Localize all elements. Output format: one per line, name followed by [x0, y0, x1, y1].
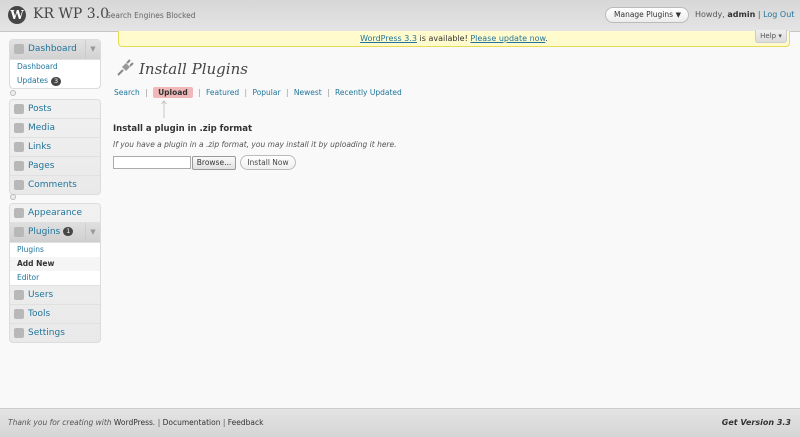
tab-separator: | [198, 88, 201, 97]
menu-separator [10, 90, 16, 96]
menu-dashboard-label: Dashboard [28, 44, 77, 54]
submenu-plugins: Plugins Add New Editor [10, 243, 100, 286]
tools-icon [14, 309, 24, 319]
favorite-actions-dropdown[interactable]: Manage Plugins ▼ [605, 7, 689, 23]
wordpress-version-link[interactable]: WordPress 3.3 [360, 34, 417, 43]
update-now-link[interactable]: Please update now [470, 34, 545, 43]
arrow-up-icon [161, 100, 167, 118]
menu-separator [10, 194, 16, 200]
admin-header: W KR WP 3.0 Search Engines Blocked Manag… [0, 0, 800, 32]
footer-sep: . | [152, 418, 163, 427]
pages-icon [14, 161, 24, 171]
user-info-separator: | [757, 10, 761, 19]
menu-tools-label: Tools [28, 309, 51, 319]
tab-upload[interactable]: Upload [153, 87, 193, 98]
tab-separator: | [145, 88, 148, 97]
update-nag: WordPress 3.3 is available! Please updat… [118, 31, 790, 47]
menu-media-label: Media [28, 123, 56, 133]
comments-icon [14, 180, 24, 190]
menu-dashboard[interactable]: Dashboard ▼ [10, 40, 100, 60]
section-title: Install a plugin in .zip format [113, 124, 253, 134]
install-now-button[interactable]: Install Now [240, 155, 296, 170]
settings-icon [14, 328, 24, 338]
menu-appearance-label: Appearance [28, 208, 83, 218]
install-tabs: Search | Upload | Featured | Popular | N… [114, 87, 402, 98]
submenu-dashboard: Dashboard Updates 3 [10, 60, 100, 88]
update-nag-end: . [545, 34, 548, 43]
page-title: Install Plugins [139, 60, 248, 78]
menu-pages[interactable]: Pages [10, 157, 100, 176]
feedback-link[interactable]: Feedback [228, 418, 264, 427]
menu-posts[interactable]: Posts [10, 100, 100, 119]
update-nag-text: is available! [416, 34, 471, 43]
submenu-dashboard-home[interactable]: Dashboard [10, 60, 100, 74]
howdy-text: Howdy, [695, 10, 725, 19]
user-info: Howdy, admin | Log Out [695, 10, 794, 19]
footer-thanks-text: Thank you for creating with [8, 418, 114, 427]
wordpress-logo-icon[interactable]: W [8, 6, 26, 24]
menu-plugins[interactable]: Plugins 1 ▼ [10, 223, 100, 243]
favorite-actions-label: Manage Plugins [614, 10, 674, 19]
help-tab-label: Help [760, 32, 777, 40]
tab-recently-updated[interactable]: Recently Updated [335, 88, 402, 97]
plugins-icon [14, 227, 24, 237]
tab-separator: | [285, 88, 289, 97]
menu-links[interactable]: Links [10, 138, 100, 157]
menu-users-label: Users [28, 290, 54, 300]
menu-group-content: Posts Media Links Pages Comments [9, 99, 101, 195]
media-icon [14, 123, 24, 133]
menu-plugins-label: Plugins [28, 227, 61, 237]
footer: Thank you for creating with WordPress. |… [0, 408, 800, 437]
menu-users[interactable]: Users [10, 286, 100, 305]
footer-credits: Thank you for creating with WordPress. |… [8, 418, 263, 427]
menu-group-admin: Appearance Plugins 1 ▼ Plugins Add New Ed… [9, 203, 101, 343]
menu-tools[interactable]: Tools [10, 305, 100, 324]
dashboard-icon [14, 44, 24, 54]
footer-sep: | [220, 418, 228, 427]
tab-newest[interactable]: Newest [294, 88, 322, 97]
posts-icon [14, 104, 24, 114]
menu-comments-label: Comments [28, 180, 77, 190]
menu-pages-label: Pages [28, 161, 55, 171]
menu-links-label: Links [28, 142, 52, 152]
submenu-updates-label: Updates [17, 76, 49, 85]
tab-separator: | [327, 88, 330, 97]
submenu-editor[interactable]: Editor [10, 271, 100, 285]
links-icon [14, 142, 24, 152]
menu-group-dashboard: Dashboard ▼ Dashboard Updates 3 [9, 39, 101, 89]
plugin-plug-icon [117, 59, 134, 76]
tab-search[interactable]: Search [114, 88, 140, 97]
submenu-updates[interactable]: Updates 3 [10, 74, 100, 88]
menu-settings-label: Settings [28, 328, 65, 338]
menu-media[interactable]: Media [10, 119, 100, 138]
chevron-down-icon[interactable]: ▼ [85, 40, 100, 59]
get-version-link[interactable]: Get Version 3.3 [722, 418, 791, 427]
submenu-plugins-installed[interactable]: Plugins [10, 243, 100, 257]
file-input[interactable] [113, 156, 191, 169]
privacy-status[interactable]: Search Engines Blocked [106, 11, 196, 20]
upload-help-text: If you have a plugin in a .zip format, y… [113, 140, 397, 149]
site-title[interactable]: KR WP 3.0 [33, 6, 109, 22]
documentation-link[interactable]: Documentation [163, 418, 221, 427]
appearance-icon [14, 208, 24, 218]
menu-appearance[interactable]: Appearance [10, 204, 100, 223]
menu-plugins-text: Plugins 1 [28, 223, 74, 242]
menu-posts-label: Posts [28, 104, 52, 114]
submenu-add-new[interactable]: Add New [10, 257, 100, 271]
logout-link[interactable]: Log Out [763, 10, 794, 19]
username-link[interactable]: admin [727, 10, 755, 19]
tab-featured[interactable]: Featured [206, 88, 239, 97]
menu-settings[interactable]: Settings [10, 324, 100, 342]
chevron-down-icon: ▼ [675, 11, 681, 19]
browse-button[interactable]: Browse... [192, 156, 236, 170]
chevron-down-icon[interactable]: ▼ [85, 223, 100, 242]
menu-comments[interactable]: Comments [10, 176, 100, 194]
wordpress-link[interactable]: WordPress [114, 418, 153, 427]
plugins-count-badge: 1 [63, 227, 74, 236]
tab-separator: | [244, 88, 248, 97]
users-icon [14, 290, 24, 300]
updates-count-badge: 3 [51, 76, 62, 86]
help-tab-button[interactable]: Help ▾ [755, 30, 787, 43]
tab-popular[interactable]: Popular [252, 88, 280, 97]
